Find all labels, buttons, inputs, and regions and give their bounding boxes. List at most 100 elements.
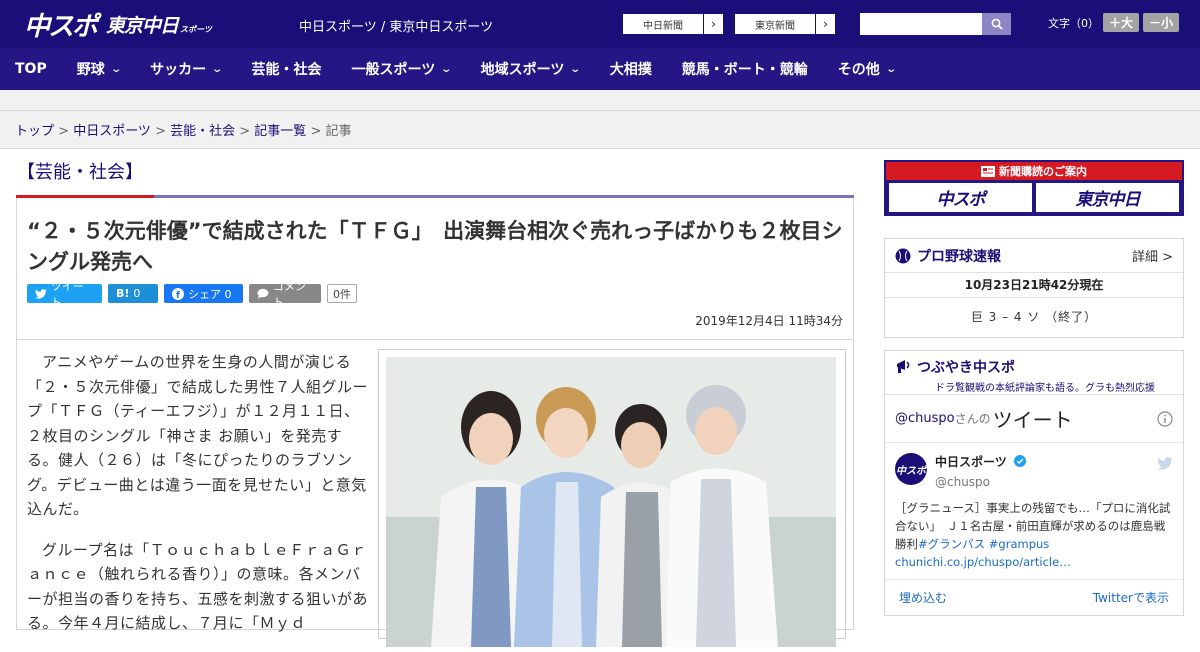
chevron-down-icon: ⌄ — [885, 63, 897, 75]
ad-band — [0, 90, 1200, 111]
tweet-button[interactable]: ツイート — [27, 280, 102, 309]
pro-baseball-score[interactable]: 巨 3 – 4 ソ （終了） — [885, 298, 1183, 336]
nav-item-7[interactable]: 競馬・ボート・競輪 — [667, 48, 823, 90]
comment-label: コメント — [272, 279, 306, 309]
hatena-count: 0 — [133, 287, 141, 300]
chevron-down-icon: ⌄ — [569, 63, 582, 75]
nav-item-3[interactable]: 芸能・社会 — [237, 48, 337, 90]
tweet-link[interactable]: chunichi.co.jp/chuspo/article… — [895, 555, 1071, 569]
twitter-widget: つぶやき中スポ ドラ覧観戦の本紙評論家も語る。グラも熱烈応援 @chuspo さ… — [884, 350, 1184, 616]
info-icon[interactable] — [1157, 410, 1173, 427]
top-bar: 中スポ 東京中日 スポーツ 中日スポーツ / 東京中日スポーツ 中日新聞 › 東… — [0, 0, 1200, 48]
chevron-down-icon: ⌄ — [110, 63, 122, 75]
font-size-up-button[interactable]: ＋大 — [1103, 13, 1140, 32]
nav-item-1[interactable]: 野球 ⌄ — [62, 48, 135, 90]
comment-button[interactable]: コメント — [249, 280, 321, 309]
pro-baseball-header: プロ野球速報 詳細 > — [885, 239, 1183, 273]
tweet-hashtags[interactable]: #グランパス #grampus — [918, 537, 1049, 551]
verified-badge-icon — [1013, 455, 1026, 467]
timeline-handle-link[interactable]: @chuspo — [895, 411, 955, 426]
tweet-author-info: 中日スポーツ @chuspo — [935, 453, 1026, 489]
avatar[interactable]: 中スポ — [895, 453, 927, 485]
subscription-buttons: 中スポ 東京中日 — [886, 180, 1182, 215]
tweet-author: 中スポ 中日スポーツ @chuspo — [885, 443, 1183, 499]
twitter-bird-icon — [1157, 457, 1173, 470]
nav-item-label: 芸能・社会 — [251, 62, 322, 78]
logo-chuspo: 中スポ — [24, 11, 98, 42]
tokyo-shimbun-link[interactable]: 東京新聞 › — [734, 13, 836, 35]
comment-count: 0件 — [327, 284, 357, 303]
subscribe-chuspo-button[interactable]: 中スポ — [889, 183, 1032, 212]
font-size-control: 文字（0） ＋大 －小 — [1048, 13, 1180, 32]
main-nav: TOP 野球 ⌄ サッカー ⌄ 芸能・社会 一般スポーツ ⌄ 地域スポーツ ⌄ 大相撲 競馬・ボート・… — [0, 48, 1200, 90]
nav-item-4[interactable]: 一般スポーツ ⌄ — [337, 48, 466, 90]
article-text: アニメやゲームの世界を生身の人間が演じる「２・５次元俳優」で結成した男性７人組グ… — [27, 350, 369, 652]
hatena-bookmark-button[interactable]: B! 0 — [108, 284, 158, 303]
article-headline: “２・５次元俳優”で結成された「ＴＦＧ」 出演舞台相次ぐ売れっ子ばかりも２枚目シ… — [27, 219, 843, 274]
nav-item-6[interactable]: 大相撲 — [595, 48, 667, 90]
nav-item-label: その他 — [837, 62, 880, 78]
chevron-right-icon: › — [703, 14, 723, 34]
chevron-right-icon: › — [815, 14, 835, 34]
twitter-widget-subtitle: ドラ覧観戦の本紙評論家も語る。グラも熱烈応援 — [935, 383, 1155, 394]
nav-item-8[interactable]: その他 ⌄ — [823, 48, 910, 90]
font-size-down-button[interactable]: －小 — [1143, 13, 1180, 32]
pro-baseball-widget: プロ野球速報 詳細 > 10月23日21時42分現在 巨 3 – 4 ソ （終了… — [884, 238, 1184, 338]
chevron-down-icon: ⌄ — [211, 63, 224, 75]
breadcrumb-chuspo[interactable]: 中日スポーツ — [73, 124, 151, 139]
tweet-author-name[interactable]: 中日スポーツ — [935, 453, 1026, 470]
breadcrumb: トップ > 中日スポーツ > 芸能・社会 > 記事一覧 > 記事 — [0, 111, 1200, 149]
embedded-timeline: @chuspo さんの ツイート 中スポ 中日スポーツ @chuspo ［グラニ… — [885, 395, 1183, 615]
pro-baseball-title: プロ野球速報 — [917, 248, 1001, 265]
chunichi-shimbun-link[interactable]: 中日新聞 › — [622, 13, 724, 35]
nav-item-0[interactable]: TOP — [0, 48, 62, 90]
view-on-twitter-link[interactable]: Twitterで表示 — [1093, 589, 1169, 606]
search-box — [860, 13, 1011, 35]
chevron-down-icon: ⌄ — [440, 63, 453, 75]
article-paragraph: グループ名は「ＴｏｕｃｈａｂｌｅＦｒａＧｒａｎｃｅ（触れられる香り）」の意味。各… — [27, 540, 369, 633]
subscription-banner: 新聞購読のご案内 中スポ 東京中日 — [884, 160, 1184, 216]
embed-link[interactable]: 埋め込む — [899, 589, 947, 606]
category-heading: 【芸能・社会】 — [17, 162, 143, 183]
baseball-icon — [895, 248, 911, 263]
article-photo-frame — [378, 349, 846, 647]
nav-item-2[interactable]: サッカー ⌄ — [135, 48, 236, 90]
facebook-share-button[interactable]: f シェア 0 — [164, 284, 243, 303]
hatena-b-icon: B! — [116, 287, 130, 300]
tweet-author-handle[interactable]: @chuspo — [935, 475, 1026, 489]
breadcrumb-separator: > — [150, 124, 171, 139]
speech-bubble-icon — [257, 288, 269, 299]
timeline-tweets-label: ツイート — [992, 408, 1073, 432]
breadcrumb-separator: > — [235, 124, 255, 139]
nav-item-label: 競馬・ボート・競輪 — [681, 62, 808, 78]
article-paragraph: アニメやゲームの世界を生身の人間が演じる「２・５次元俳優」で結成した男性７人組グ… — [27, 353, 369, 518]
search-input[interactable] — [860, 13, 982, 35]
article-photo[interactable] — [386, 357, 836, 647]
group-photo-image — [386, 357, 836, 647]
breadcrumb-top[interactable]: トップ — [15, 124, 54, 139]
search-button[interactable] — [982, 13, 1011, 35]
article-header: “２・５次元俳優”で結成された「ＴＦＧ」 出演舞台相次ぐ売れっ子ばかりも２枚目シ… — [16, 198, 854, 340]
nav-item-label: TOP — [15, 61, 47, 77]
subscribe-tokyo-chunichi-button[interactable]: 東京中日 — [1036, 183, 1179, 212]
embedded-timeline-header: @chuspo さんの ツイート — [885, 395, 1183, 443]
breadcrumb-entertainment[interactable]: 芸能・社会 — [170, 124, 235, 139]
embedded-timeline-footer: 埋め込む Twitterで表示 — [885, 579, 1183, 615]
pro-baseball-detail-link[interactable]: 詳細 > — [1132, 246, 1173, 265]
site-logo[interactable]: 中スポ 東京中日 スポーツ — [24, 8, 212, 42]
tweet-author-name-text: 中日スポーツ — [935, 455, 1007, 469]
twitter-widget-title: つぶやき中スポ — [917, 360, 1015, 376]
newspaper-icon — [981, 165, 995, 177]
twitter-bird-icon — [35, 288, 47, 299]
subscription-title-text: 新聞購読のご案内 — [999, 165, 1087, 178]
article-body: アニメやゲームの世界を生身の人間が演じる「２・５次元俳優」で結成した男性７人組グ… — [16, 340, 854, 647]
breadcrumb-article-list[interactable]: 記事一覧 — [254, 124, 306, 139]
breadcrumb-current: 記事 — [325, 124, 352, 139]
logo-tokyo-chunichi: 東京中日 — [106, 14, 179, 37]
megaphone-icon — [897, 360, 910, 373]
subscription-banner-title: 新聞購読のご案内 — [886, 162, 1182, 180]
font-size-label: 文字（0） — [1048, 16, 1099, 30]
nav-item-5[interactable]: 地域スポーツ ⌄ — [466, 48, 595, 90]
svg-text:f: f — [176, 291, 180, 300]
article-date: 2019年12月4日 11時34分 — [695, 314, 843, 328]
